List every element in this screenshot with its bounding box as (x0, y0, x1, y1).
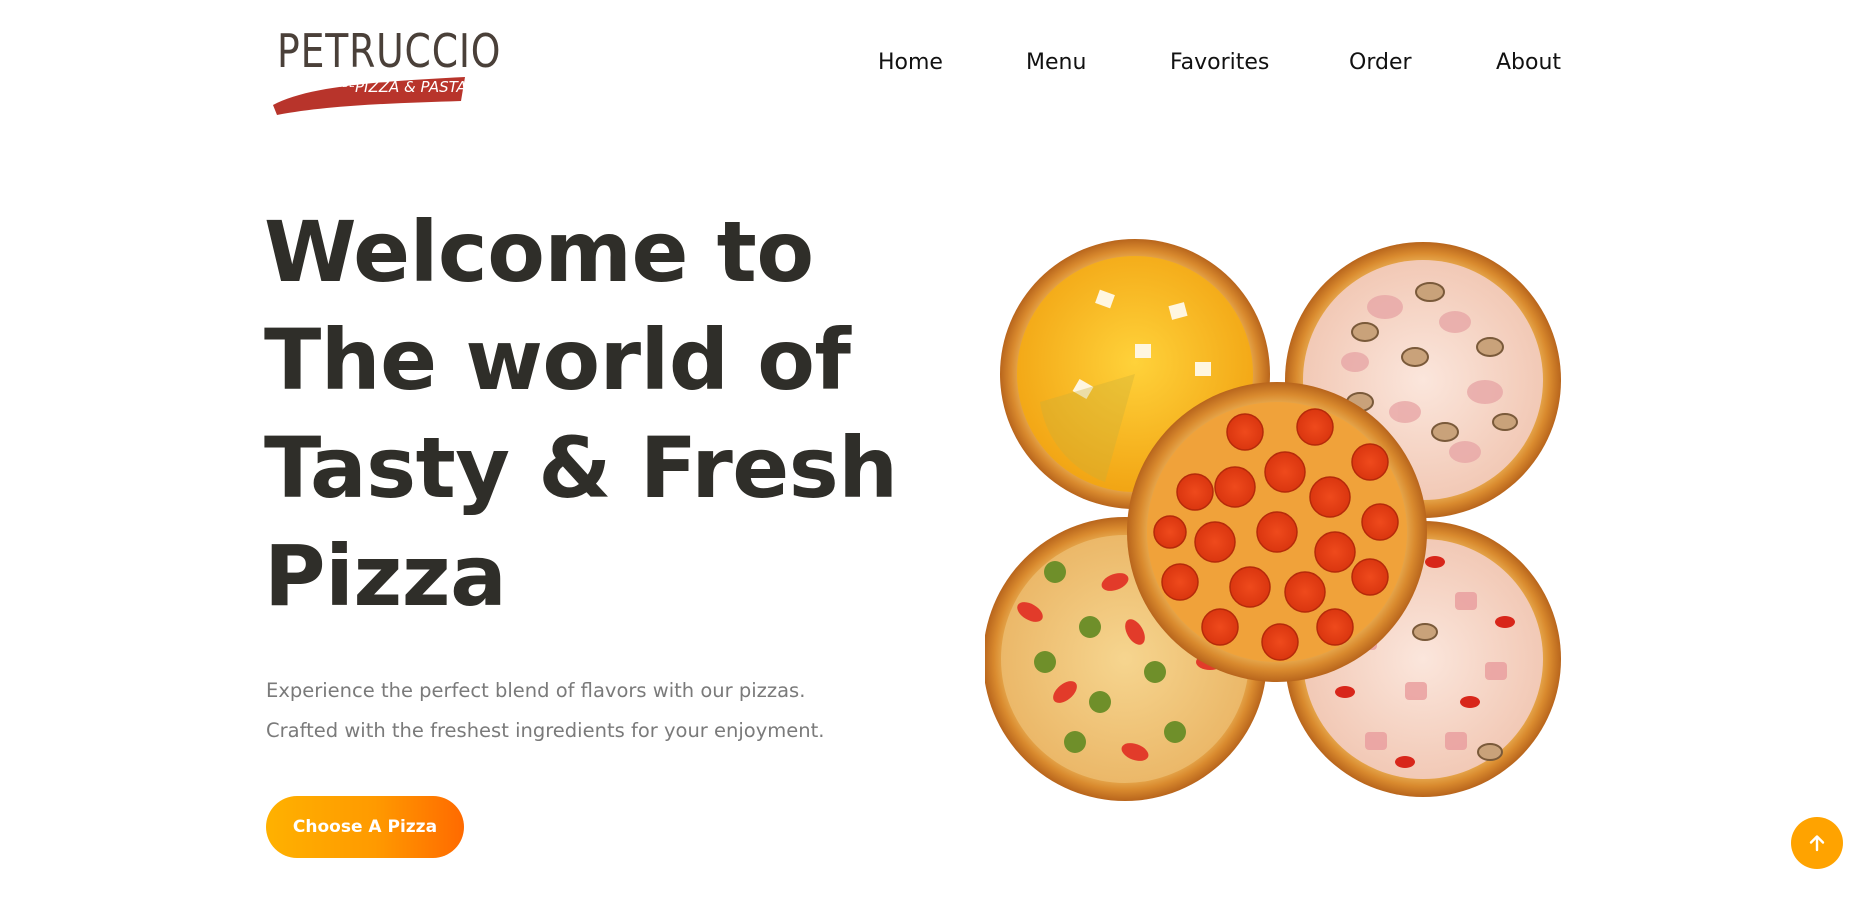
logo-tagline-small: HAND MADE (297, 80, 355, 90)
choose-pizza-button[interactable]: Choose A Pizza (266, 796, 464, 858)
logo[interactable]: PETRUCCIO HAND MADE PIZZA & PASTA (265, 20, 500, 115)
hero-description-line: Experience the perfect blend of flavors … (266, 679, 806, 702)
logo-wordmark: PETRUCCIO (277, 24, 502, 78)
nav-favorites[interactable]: Favorites (1170, 50, 1269, 75)
hero-description: Experience the perfect blend of flavors … (266, 671, 906, 751)
arrow-up-icon (1809, 835, 1825, 852)
logo-tagline: PIZZA & PASTA (355, 78, 467, 96)
pizza-pepperoni (1127, 382, 1427, 682)
nav-menu[interactable]: Menu (1026, 50, 1086, 75)
nav-about[interactable]: About (1496, 50, 1561, 75)
scroll-to-top-button[interactable] (1791, 817, 1843, 869)
hero-title-line: Welcome to (264, 203, 814, 301)
hero-description-line: Crafted with the freshest ingredients fo… (266, 719, 825, 742)
nav-home[interactable]: Home (878, 50, 943, 75)
hero-title-line: Tasty & Fresh (264, 419, 898, 517)
page: PETRUCCIO HAND MADE PIZZA & PASTA Home M… (0, 0, 1860, 901)
hero-title-line: Pizza (264, 527, 507, 625)
hero-title-line: The world of (264, 311, 851, 409)
hero-title: Welcome to The world of Tasty & Fresh Pi… (264, 198, 904, 630)
pizza-image (985, 239, 1561, 801)
nav-order[interactable]: Order (1349, 50, 1412, 75)
